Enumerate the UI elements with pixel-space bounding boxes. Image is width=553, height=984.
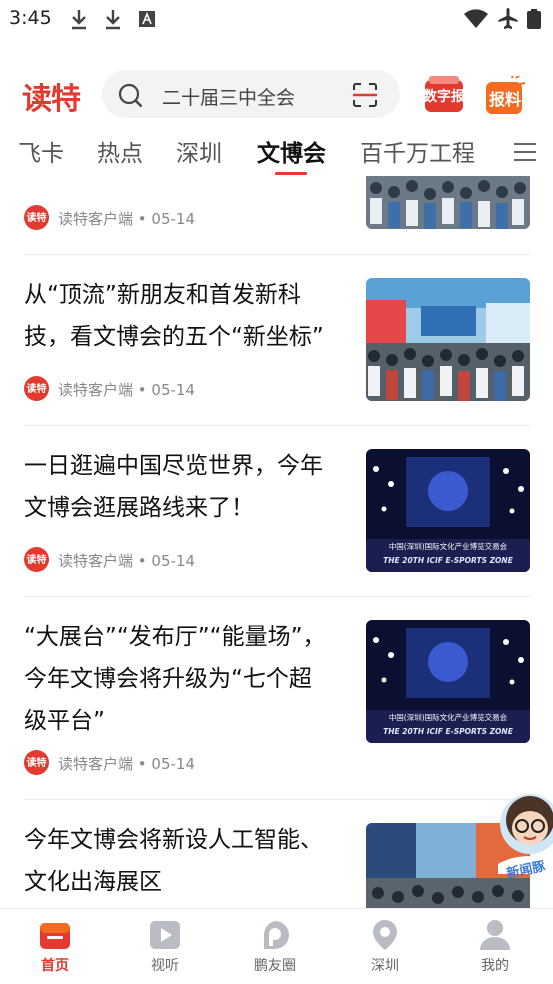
report-label: 报料	[488, 90, 521, 109]
status-time: 3:45	[9, 7, 52, 29]
community-icon	[263, 921, 289, 949]
nav-video-label: 视听	[151, 958, 179, 974]
news-title: 一日逛遍中国尽览世界，今年文博会逛展路线来了！	[24, 453, 323, 521]
scan-icon[interactable]	[352, 82, 378, 108]
airplane-mode-icon	[498, 8, 518, 29]
news-thumbnail	[366, 278, 530, 401]
news-title: “大展台”“发布厅”“能量场”，今年文博会将升级为“七个超级平台”	[24, 624, 326, 734]
source-logo-icon: 读特	[24, 750, 49, 775]
feed-divider	[24, 254, 530, 255]
feed-divider	[24, 799, 530, 800]
report-button[interactable]: 报料	[484, 73, 526, 116]
feed-divider	[24, 425, 530, 426]
stage-subtitle-text: THE 20TH ICIF E-SPORTS ZONE	[383, 727, 514, 736]
nav-community-label: 鹏友圈	[254, 958, 296, 974]
app-header: 读特 二十届三中全会 数字报 报料	[0, 62, 553, 126]
digital-paper-button[interactable]: 数字报	[423, 76, 465, 116]
nav-home-label: 首页	[41, 958, 69, 974]
app-notification-icon	[139, 11, 155, 27]
profile-icon	[480, 920, 510, 950]
stage-banner-text: 中国(深圳)国际文化产业博览交易会	[389, 541, 508, 551]
news-mascot-button[interactable]: 新闻豚	[494, 790, 553, 882]
home-icon	[40, 923, 70, 949]
download-icon	[106, 10, 120, 30]
stage-banner-text: 中国(深圳)国际文化产业博览交易会	[389, 712, 508, 722]
wifi-icon	[464, 9, 488, 28]
source-logo-icon: 读特	[24, 547, 49, 572]
news-title: 今年文博会将新设人工智能、文化出海展区	[24, 827, 323, 895]
tab-baiqianwan[interactable]: 百千万工程	[360, 134, 475, 168]
news-source-date: 读特客户端 • 05-14	[58, 210, 195, 228]
nav-community[interactable]: 鹏友圈	[220, 909, 330, 984]
channel-tabs: 飞卡 热点 深圳 文博会 百千万工程	[0, 128, 553, 176]
news-thumbnail	[366, 176, 530, 229]
tab-feika[interactable]: 飞卡	[18, 134, 64, 168]
news-source-date: 读特客户端 • 05-14	[58, 381, 195, 399]
source-logo-icon: 读特	[24, 376, 49, 401]
news-title: 从“顶流”新朋友和首发新科技，看文博会的五个“新坐标”	[24, 282, 324, 350]
tab-wenbohui[interactable]: 文博会	[257, 134, 326, 168]
mascot-icon: 新闻豚	[498, 794, 553, 882]
download-icon	[72, 10, 86, 30]
active-tab-indicator	[275, 172, 307, 175]
nav-shenzhen-label: 深圳	[371, 958, 399, 974]
nav-profile[interactable]: 我的	[440, 909, 550, 984]
search-placeholder: 二十届三中全会	[162, 87, 296, 109]
battery-icon	[527, 9, 541, 29]
status-bar: 3:45	[0, 0, 553, 38]
news-thumbnail: 中国(深圳)国际文化产业博览交易会 THE 20TH ICIF E-SPORTS…	[366, 449, 530, 572]
stage-subtitle-text: THE 20TH ICIF E-SPORTS ZONE	[383, 556, 514, 565]
nav-profile-label: 我的	[481, 958, 509, 974]
source-logo-icon: 读特	[24, 205, 49, 230]
search-icon	[118, 83, 143, 108]
news-source-date: 读特客户端 • 05-14	[58, 755, 195, 773]
tab-hot[interactable]: 热点	[97, 134, 143, 168]
bottom-navigation: 首页 视听 鹏友圈 深圳 我的	[0, 908, 553, 984]
nav-video[interactable]: 视听	[110, 909, 220, 984]
digital-paper-label: 数字报	[423, 89, 465, 105]
location-pin-icon	[373, 920, 397, 950]
play-icon	[150, 921, 180, 949]
news-source-date: 读特客户端 • 05-14	[58, 552, 195, 570]
news-feed: 读特 读特客户端 • 05-14 从“顶流”新朋友和首发新科技，看文博会的五个“…	[0, 176, 553, 908]
feed-divider	[24, 596, 530, 597]
news-thumbnail: 中国(深圳)国际文化产业博览交易会 THE 20TH ICIF E-SPORTS…	[366, 620, 530, 743]
app-logo[interactable]: 读特	[22, 74, 81, 118]
tab-shenzhen[interactable]: 深圳	[176, 134, 222, 168]
nav-home[interactable]: 首页	[0, 909, 110, 984]
channel-menu-icon[interactable]	[514, 142, 536, 162]
search-bar[interactable]: 二十届三中全会	[102, 70, 400, 118]
nav-shenzhen[interactable]: 深圳	[330, 909, 440, 984]
